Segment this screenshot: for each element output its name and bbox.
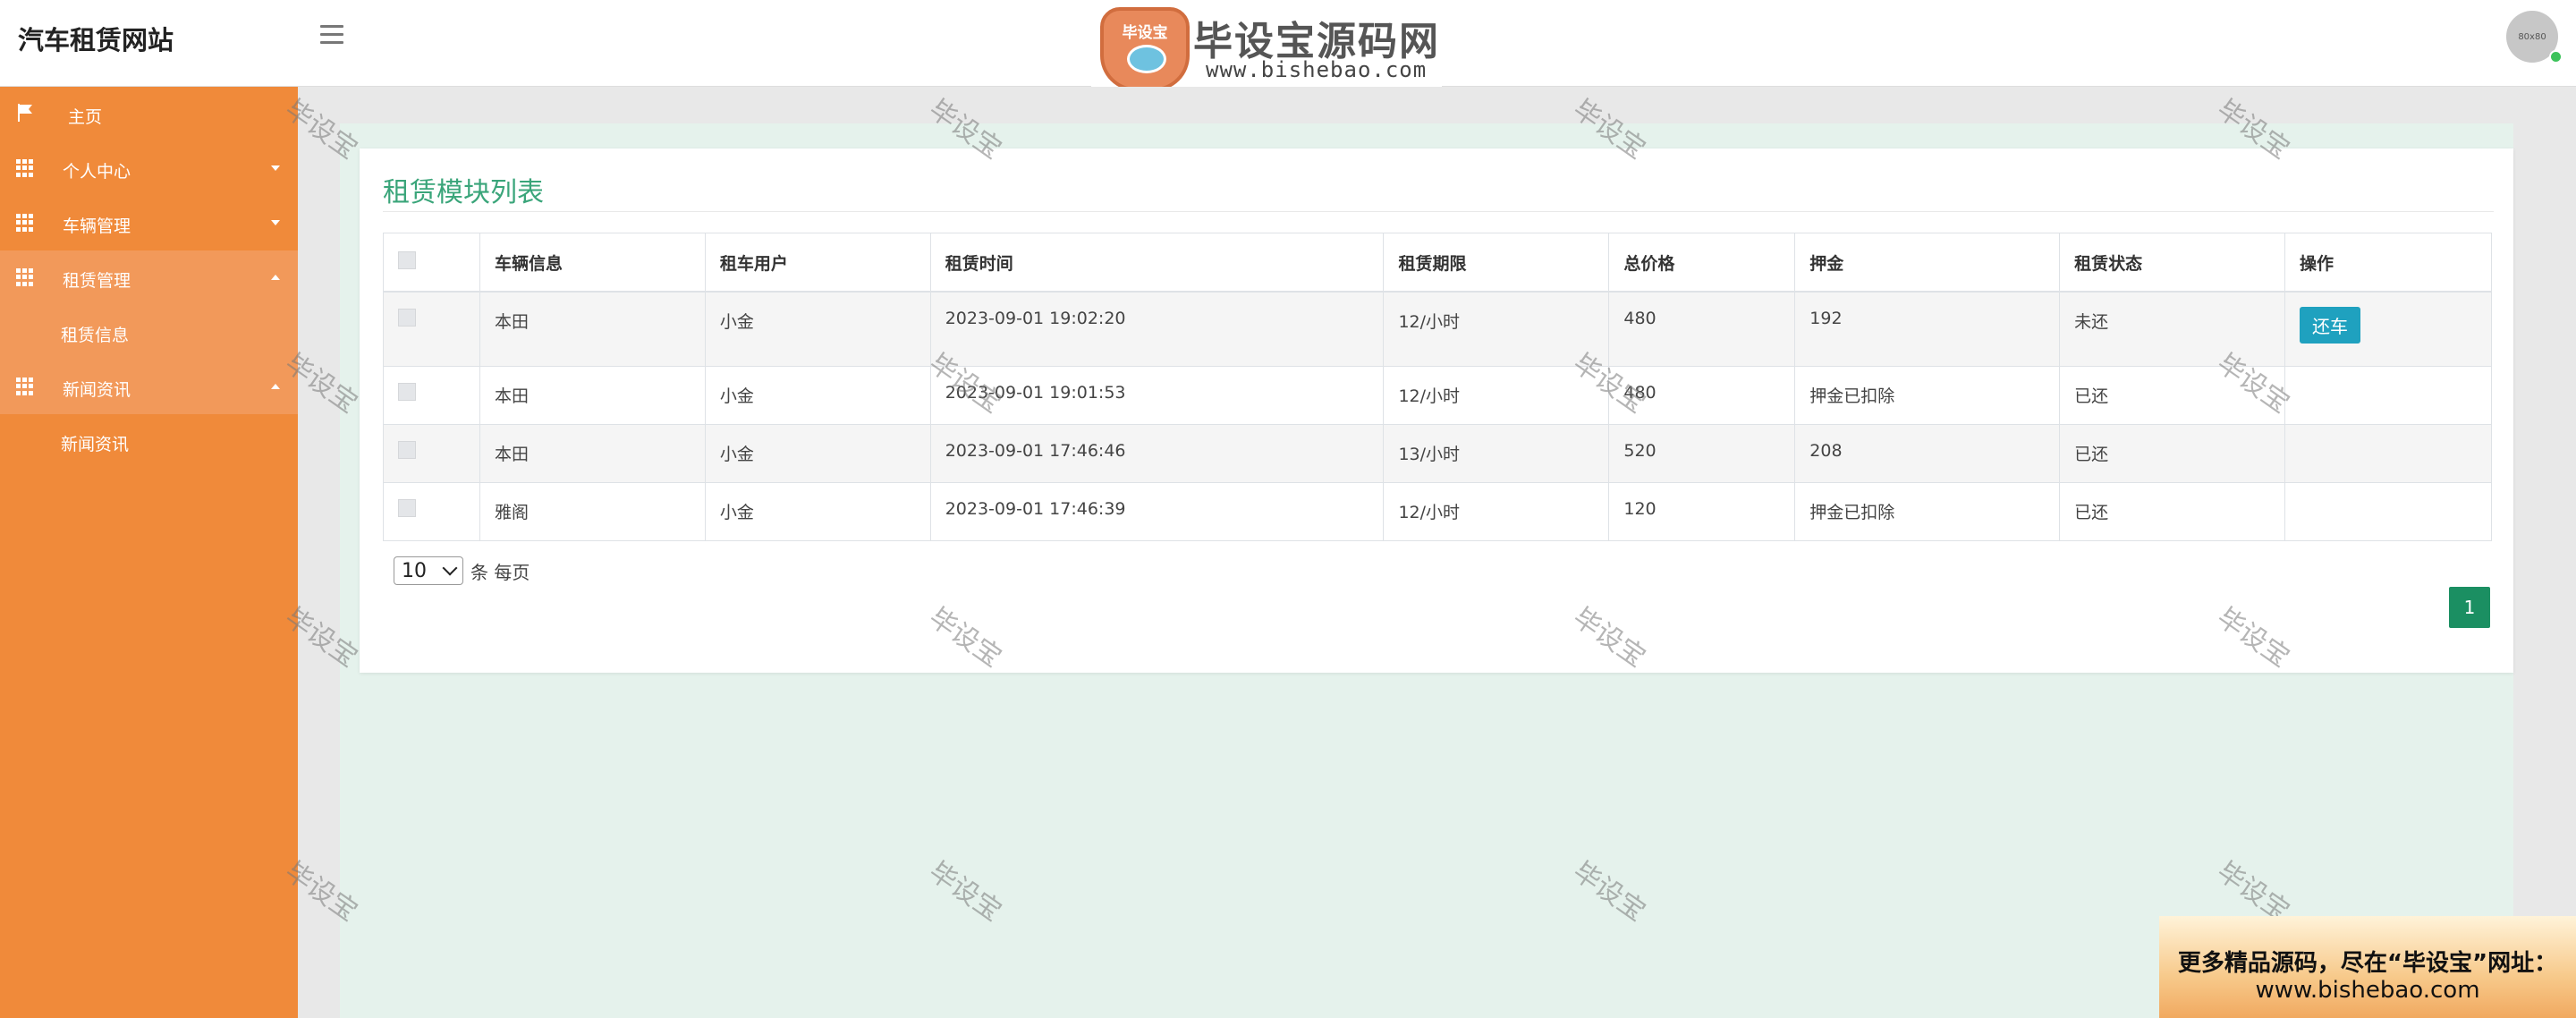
cell-car: 本田 (479, 366, 706, 425)
cell-price: 520 (1608, 424, 1796, 483)
page-size-label: 条 每页 (470, 561, 530, 583)
pagination-page-button[interactable]: 1 (2449, 587, 2490, 628)
cell-deposit: 押金已扣除 (1794, 366, 2061, 425)
sidebar-subitem-label: 租赁信息 (61, 326, 130, 345)
table-header-row: 车辆信息 租车用户 租赁时间 租赁期限 总价格 押金 租赁状态 操作 (383, 233, 2492, 293)
select-all-cell (383, 233, 480, 293)
app-title: 汽车租赁网站 (18, 25, 174, 55)
cell-term: 12/小时 (1383, 291, 1610, 367)
chevron-down-icon (271, 220, 280, 225)
column-header: 操作 (2284, 233, 2492, 293)
column-header[interactable]: 租赁期限 (1383, 233, 1610, 293)
cell-status: 已还 (2059, 366, 2285, 425)
return-car-button[interactable]: 还车 (2300, 307, 2360, 344)
rental-list-card: 租赁模块列表 车辆信息 租车用户 租赁时间 租赁期限 总价格 押金 租赁状态 操… (360, 148, 2513, 673)
page-title: 租赁模块列表 (383, 177, 544, 208)
chevron-down-icon (271, 165, 280, 171)
cell-status: 已还 (2059, 482, 2285, 541)
sidebar-item-rental-management[interactable]: 租赁管理 (0, 250, 298, 305)
cell-status: 已还 (2059, 424, 2285, 483)
cell-user: 小金 (704, 424, 931, 483)
cell-term: 12/小时 (1383, 482, 1610, 541)
cell-user: 小金 (704, 366, 931, 425)
logo-url: www.bishebao.com (1206, 57, 1428, 82)
chevron-up-icon (271, 275, 280, 280)
cell-user: 小金 (704, 482, 931, 541)
row-checkbox[interactable] (398, 441, 416, 459)
cell-action (2284, 424, 2492, 483)
promo-text: 更多精品源码，尽在“毕设宝”网址： (2177, 950, 2558, 977)
column-header[interactable]: 总价格 (1608, 233, 1796, 293)
sidebar-item-label: 车辆管理 (63, 216, 131, 236)
column-header[interactable]: 租赁状态 (2059, 233, 2285, 293)
cell-deposit: 押金已扣除 (1794, 482, 2061, 541)
page-size-control: 10 条 每页 (394, 556, 530, 585)
sidebar-item-label: 租赁管理 (63, 271, 131, 291)
cell-deposit: 192 (1794, 291, 2061, 367)
cell-term: 12/小时 (1383, 366, 1610, 425)
column-header[interactable]: 租赁时间 (929, 233, 1385, 293)
promo-banner[interactable]: 更多精品源码，尽在“毕设宝”网址： www.bishebao.com (2159, 916, 2576, 1018)
sidebar-item-personal-center[interactable]: 个人中心 (0, 141, 298, 196)
cell-action: 还车 (2284, 291, 2492, 367)
cell-price: 480 (1608, 291, 1796, 367)
page-size-select[interactable]: 10 (394, 556, 463, 585)
sidebar: 主页 个人中心 车辆管理 租赁管理 租赁信息 新闻资讯 新闻资讯 (0, 87, 298, 1018)
chevron-down-icon (442, 560, 458, 576)
row-checkbox[interactable] (398, 309, 416, 327)
menu-toggle-icon[interactable] (320, 25, 343, 45)
cell-car: 本田 (479, 424, 706, 483)
chevron-up-icon (271, 384, 280, 389)
logo-badge-icon: 毕设宝 (1100, 7, 1190, 91)
cell-time: 2023-09-01 19:01:53 (929, 366, 1385, 425)
cell-term: 13/小时 (1383, 424, 1610, 483)
cell-action (2284, 366, 2492, 425)
sidebar-item-label: 主页 (68, 107, 103, 127)
cell-price: 120 (1608, 482, 1796, 541)
grid-icon (16, 268, 34, 286)
cell-time: 2023-09-01 17:46:46 (929, 424, 1385, 483)
cell-time: 2023-09-01 19:02:20 (929, 291, 1385, 367)
column-header[interactable]: 租车用户 (704, 233, 931, 293)
grid-icon (16, 159, 34, 177)
cell-user: 小金 (704, 291, 931, 367)
cell-price: 480 (1608, 366, 1796, 425)
grid-icon (16, 378, 34, 395)
promo-url: www.bishebao.com (2255, 977, 2480, 1004)
sidebar-subitem-news[interactable]: 新闻资讯 (0, 414, 298, 469)
online-status-dot (2549, 50, 2563, 64)
sidebar-item-label: 个人中心 (63, 162, 131, 182)
row-checkbox[interactable] (398, 499, 416, 517)
cell-car: 雅阁 (479, 482, 706, 541)
column-header[interactable]: 押金 (1794, 233, 2061, 293)
site-logo: 毕设宝 毕设宝源码网 www.bishebao.com (1091, 4, 1442, 91)
sidebar-item-label: 新闻资讯 (63, 380, 131, 400)
sidebar-item-home[interactable]: 主页 (0, 87, 298, 141)
table-row: 本田 小金 2023-09-01 19:02:20 12/小时 480 192 … (383, 291, 2492, 367)
cell-action (2284, 482, 2492, 541)
cell-car: 本田 (479, 291, 706, 367)
grid-icon (16, 214, 34, 232)
row-checkbox[interactable] (398, 383, 416, 401)
cell-deposit: 208 (1794, 424, 2061, 483)
flag-icon (18, 104, 32, 122)
table-row: 本田 小金 2023-09-01 17:46:46 13/小时 520 208 … (383, 424, 2492, 483)
sidebar-subitem-label: 新闻资讯 (61, 435, 130, 454)
sidebar-item-news[interactable]: 新闻资讯 (0, 360, 298, 414)
sidebar-item-vehicle-management[interactable]: 车辆管理 (0, 196, 298, 250)
top-header: 汽车租赁网站 毕设宝 毕设宝源码网 www.bishebao.com 80x80 (0, 0, 2576, 91)
divider (383, 211, 2494, 212)
table-row: 本田 小金 2023-09-01 19:01:53 12/小时 480 押金已扣… (383, 366, 2492, 425)
column-header[interactable]: 车辆信息 (479, 233, 706, 293)
rental-table: 车辆信息 租车用户 租赁时间 租赁期限 总价格 押金 租赁状态 操作 本田 小金… (383, 233, 2492, 541)
table-row: 雅阁 小金 2023-09-01 17:46:39 12/小时 120 押金已扣… (383, 482, 2492, 541)
cell-time: 2023-09-01 17:46:39 (929, 482, 1385, 541)
sidebar-subitem-rental-info[interactable]: 租赁信息 (0, 305, 298, 360)
cell-status: 未还 (2059, 291, 2285, 367)
select-all-checkbox[interactable] (398, 250, 416, 269)
